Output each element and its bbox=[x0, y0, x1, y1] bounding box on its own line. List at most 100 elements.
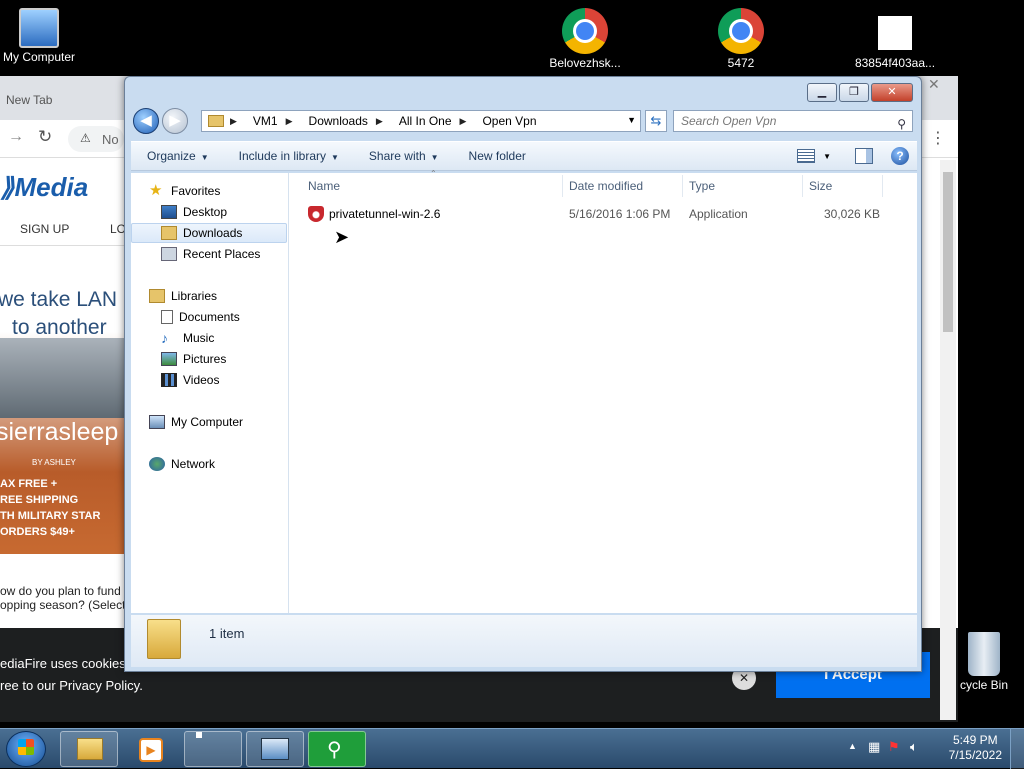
ad-brand-sub: BY ASHLEY bbox=[32, 458, 76, 467]
desktop-icon-label: 83854f403aa... bbox=[854, 56, 936, 70]
mediafire-logo[interactable]: ⟫Media bbox=[0, 172, 88, 203]
column-separator[interactable] bbox=[802, 175, 803, 197]
minimize-button[interactable]: ▁ bbox=[807, 83, 837, 102]
explorer-content: ★ Favorites Desktop Downloads Recent Pla… bbox=[131, 169, 917, 613]
application-shield-icon bbox=[308, 206, 324, 222]
nav-favorites[interactable]: ★ Favorites bbox=[149, 181, 220, 201]
network-tray-icon[interactable]: ▦ bbox=[868, 739, 880, 755]
forward-button[interactable]: ▶ bbox=[162, 108, 188, 134]
change-view-icon[interactable] bbox=[797, 149, 816, 163]
show-desktop-button[interactable] bbox=[1010, 729, 1024, 769]
nav-network[interactable]: Network bbox=[149, 454, 215, 474]
nav-libraries[interactable]: Libraries bbox=[149, 286, 217, 306]
action-center-icon[interactable]: ⚑ bbox=[888, 739, 900, 755]
help-icon[interactable]: ? bbox=[891, 147, 909, 165]
search-placeholder: Search Open Vpn bbox=[681, 114, 777, 128]
column-header-name[interactable]: Name bbox=[308, 179, 340, 193]
desktop-icon-83854f403aa[interactable]: 83854f403aa... bbox=[850, 8, 940, 70]
file-name: privatetunnel-win-2.6 bbox=[329, 207, 441, 221]
videos-icon bbox=[161, 373, 177, 387]
refresh-icon[interactable]: ⇆ bbox=[645, 110, 667, 132]
nav-videos[interactable]: Videos bbox=[161, 370, 219, 390]
browser-scrollbar[interactable] bbox=[940, 160, 956, 720]
column-header-type[interactable]: Type bbox=[689, 179, 715, 193]
column-header-date[interactable]: Date modified bbox=[569, 179, 643, 193]
image-file-icon bbox=[878, 16, 912, 50]
nav-pictures[interactable]: Pictures bbox=[161, 349, 226, 369]
sort-arrow-icon: ⌃ bbox=[430, 169, 437, 178]
nav-desktop[interactable]: Desktop bbox=[161, 202, 227, 222]
breadcrumb-downloads[interactable]: Downloads ▶ bbox=[309, 114, 391, 128]
ad-promo-2: REE SHIPPING bbox=[0, 494, 79, 506]
breadcrumb-vm1[interactable]: VM1 ▶ bbox=[253, 114, 301, 128]
advertisement[interactable]: we take LAN to another sierrasleep BY AS… bbox=[0, 272, 124, 554]
breadcrumb-separator[interactable]: ▶ bbox=[230, 116, 245, 127]
breadcrumb-all-in-one[interactable]: All In One ▶ bbox=[399, 114, 475, 128]
preview-pane-icon[interactable] bbox=[855, 148, 873, 164]
nav-music[interactable]: ♪ Music bbox=[161, 328, 214, 348]
scrollbar-thumb[interactable] bbox=[943, 172, 953, 332]
view-dropdown-icon[interactable]: ▼ bbox=[823, 152, 831, 161]
search-icon[interactable]: ⚲ bbox=[897, 114, 906, 134]
column-header-size[interactable]: Size bbox=[809, 179, 832, 193]
mediafire-logo-text: Media bbox=[14, 172, 89, 202]
reload-icon[interactable]: ↻ bbox=[38, 127, 52, 147]
desktop-icon-label: Belovezhsk... bbox=[549, 56, 621, 70]
browser-close-icon[interactable]: ✕ bbox=[928, 76, 958, 92]
view-controls: ▼ ? bbox=[783, 147, 909, 165]
browser-tab-new-tab[interactable]: New Tab bbox=[6, 93, 52, 107]
remote-desktop-icon bbox=[261, 738, 289, 760]
nav-documents[interactable]: Documents bbox=[161, 307, 240, 327]
taskbar-media-player[interactable]: ▶ bbox=[122, 731, 180, 767]
downloads-folder-icon bbox=[161, 226, 177, 240]
folder-icon bbox=[77, 738, 103, 760]
column-separator[interactable] bbox=[562, 175, 563, 197]
address-bar[interactable]: ▶ VM1 ▶ Downloads ▶ All In One ▶ Open Vpn ▼ bbox=[201, 110, 641, 132]
nav-my-computer[interactable]: My Computer bbox=[149, 412, 243, 432]
taskbar-chrome[interactable] bbox=[184, 731, 242, 767]
address-dropdown-icon[interactable]: ▼ bbox=[627, 115, 636, 125]
explorer-window: ▁ ❐ ✕ ◀ ▶ ▶ VM1 ▶ Downloads ▶ All In One ▶ … bbox=[124, 76, 922, 672]
organize-menu[interactable]: Organize ▼ bbox=[147, 149, 209, 163]
breadcrumb-open-vpn[interactable]: Open Vpn bbox=[482, 114, 536, 128]
taskbar-explorer[interactable] bbox=[60, 731, 118, 767]
survey-question-1: ow do you plan to fund bbox=[0, 584, 121, 598]
volume-icon[interactable]: 🔈︎ bbox=[910, 739, 918, 755]
navigation-bar: ◀ ▶ ▶ VM1 ▶ Downloads ▶ All In One ▶ Open V… bbox=[131, 107, 917, 135]
maximize-button[interactable]: ❐ bbox=[839, 83, 869, 102]
search-input[interactable]: Search Open Vpn ⚲ bbox=[673, 110, 913, 132]
taskbar-remote-desktop[interactable] bbox=[246, 731, 304, 767]
nav-downloads[interactable]: Downloads bbox=[131, 223, 287, 243]
ad-promo-4: ORDERS $49+ bbox=[0, 526, 75, 538]
desktop-icon-my-computer[interactable]: My Computer bbox=[0, 8, 84, 64]
folder-icon bbox=[147, 619, 181, 659]
file-row[interactable]: privatetunnel-win-2.6 5/16/2016 1:06 PM … bbox=[298, 203, 898, 225]
clock[interactable]: 5:49 PM 7/15/2022 bbox=[949, 733, 1002, 763]
taskbar-search-app[interactable]: ⚲ bbox=[308, 731, 366, 767]
browser-address-bar[interactable]: ⚠ No bbox=[68, 126, 124, 152]
cookie-text-1: ediaFire uses cookies bbox=[0, 656, 126, 671]
star-icon: ★ bbox=[149, 182, 163, 199]
close-button[interactable]: ✕ bbox=[871, 83, 913, 102]
new-folder-button[interactable]: New folder bbox=[469, 149, 526, 163]
nav-recent-places[interactable]: Recent Places bbox=[161, 244, 260, 264]
recycle-bin-icon bbox=[968, 632, 1000, 676]
tray-expand-icon[interactable]: ▲ bbox=[848, 741, 857, 751]
file-size: 30,026 KB bbox=[824, 207, 881, 221]
desktop-icon-belovezhsk[interactable]: Belovezhsk... bbox=[540, 8, 630, 70]
column-separator[interactable] bbox=[882, 175, 883, 197]
system-tray: ▲ ▦ ⚑ 🔈︎ 5:49 PM 7/15/2022 bbox=[824, 729, 1024, 769]
start-button[interactable] bbox=[6, 731, 46, 767]
desktop-icon-5472[interactable]: 5472 bbox=[696, 8, 786, 70]
include-in-library-menu[interactable]: Include in library ▼ bbox=[239, 149, 339, 163]
column-separator[interactable] bbox=[682, 175, 683, 197]
mediafire-nav: SIGN UP LO bbox=[0, 212, 126, 246]
signup-link[interactable]: SIGN UP bbox=[20, 222, 69, 236]
item-count: 1 item bbox=[209, 626, 245, 641]
back-button[interactable]: ◀ bbox=[133, 108, 159, 134]
share-with-menu[interactable]: Share with ▼ bbox=[369, 149, 439, 163]
recent-places-icon bbox=[161, 247, 177, 261]
magnifier-icon: ⚲ bbox=[327, 739, 342, 761]
forward-arrow-icon[interactable]: → bbox=[8, 128, 24, 146]
kebab-menu-icon[interactable]: ⋮ bbox=[930, 128, 946, 148]
